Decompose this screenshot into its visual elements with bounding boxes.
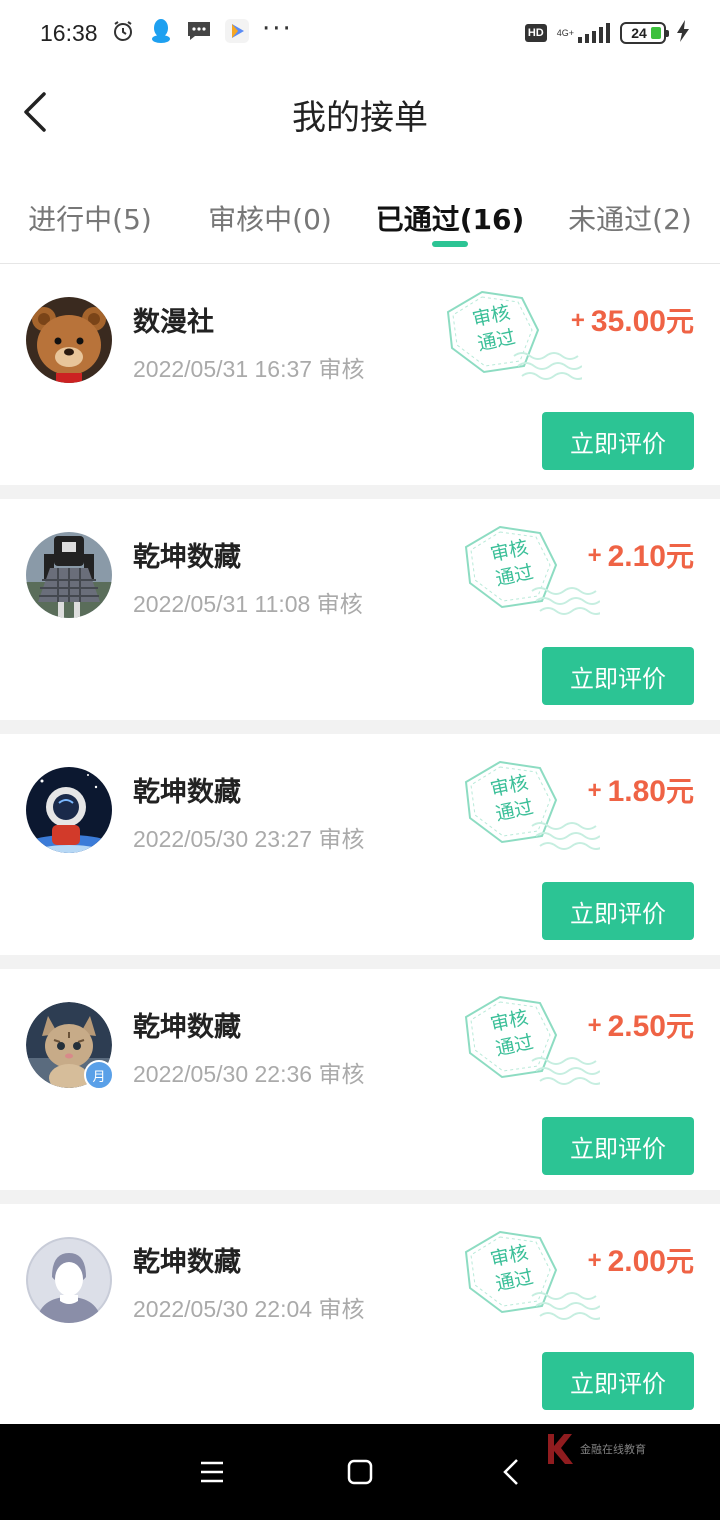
amount-sign: + bbox=[587, 1012, 602, 1039]
status-time: 16:38 bbox=[40, 20, 98, 46]
order-card[interactable]: 月 乾坤数藏 2022/05/30 22:36 审核 审核 通过 +2.50元 … bbox=[0, 969, 720, 1190]
review-timestamp: 2022/05/30 23:27 bbox=[133, 826, 313, 852]
girl-skirt-avatar bbox=[26, 532, 112, 618]
tab-label: 未通过(2) bbox=[568, 203, 692, 236]
system-indicators: HD 4G+ 24 bbox=[524, 20, 690, 46]
battery-icon: 24 bbox=[620, 22, 669, 44]
menu-icon bbox=[201, 1461, 223, 1483]
reward-amount: +2.50元 bbox=[588, 1005, 694, 1045]
amount-sign: + bbox=[587, 542, 602, 569]
review-now-button[interactable]: 立即评价 bbox=[542, 882, 694, 940]
page-title: 我的接单 bbox=[292, 98, 428, 138]
charging-icon bbox=[676, 20, 690, 46]
alarm-icon bbox=[110, 18, 136, 44]
publisher-name: 数漫社 bbox=[133, 307, 214, 338]
signal-icon: 4G+ bbox=[557, 23, 610, 43]
order-card[interactable]: 数漫社 2022/05/31 16:37 审核 审核 通过 +35.00元 立即… bbox=[0, 264, 720, 485]
watermark: 金融在线教育 bbox=[544, 1432, 646, 1466]
system-navigation-bar: 金融在线教育 bbox=[0, 1424, 720, 1520]
tab-under-review[interactable]: 审核中(0) bbox=[180, 166, 360, 263]
status-bar: 16:38 ··· HD 4G+ 24 bbox=[0, 0, 720, 66]
nav-back-button[interactable] bbox=[494, 1454, 530, 1490]
qq-icon bbox=[148, 18, 174, 44]
review-time-suffix: 审核 bbox=[318, 827, 365, 853]
app-header: 我的接单 bbox=[0, 66, 720, 166]
reward-amount: +2.00元 bbox=[588, 1240, 694, 1280]
review-now-button[interactable]: 立即评价 bbox=[542, 1117, 694, 1175]
publisher-name: 乾坤数藏 bbox=[133, 1012, 241, 1043]
reward-amount: +2.10元 bbox=[588, 535, 694, 575]
review-now-button[interactable]: 立即评价 bbox=[542, 647, 694, 705]
order-list: 数漫社 2022/05/31 16:37 审核 审核 通过 +35.00元 立即… bbox=[0, 264, 720, 1439]
amount-value: 2.50 bbox=[607, 1010, 666, 1043]
tab-label: 审核中(0) bbox=[208, 203, 332, 236]
tab-approved[interactable]: 已通过(16) bbox=[360, 166, 540, 263]
review-timestamp: 2022/05/30 22:36 bbox=[133, 1061, 313, 1087]
amount-unit: 元 bbox=[665, 1245, 694, 1278]
approved-stamp: 审核 通过 bbox=[460, 521, 600, 631]
watermark-logo-icon bbox=[548, 1434, 573, 1464]
reward-amount: +1.80元 bbox=[588, 770, 694, 810]
review-timestamp: 2022/05/31 16:37 bbox=[133, 356, 313, 382]
order-card[interactable]: 乾坤数藏 2022/05/31 11:08 审核 审核 通过 +2.10元 立即… bbox=[0, 499, 720, 720]
amount-unit: 元 bbox=[665, 1010, 694, 1043]
tab-label: 进行中(5) bbox=[28, 203, 152, 236]
publisher-name: 乾坤数藏 bbox=[133, 777, 241, 808]
amount-sign: + bbox=[570, 307, 585, 334]
status-tabs: 进行中(5) 审核中(0) 已通过(16) 未通过(2) bbox=[0, 166, 720, 264]
publisher-name: 乾坤数藏 bbox=[133, 1247, 241, 1278]
review-timestamp: 2022/05/31 11:08 bbox=[133, 591, 311, 617]
amount-unit: 元 bbox=[665, 305, 694, 338]
review-time-suffix: 审核 bbox=[318, 1297, 365, 1323]
default-user-avatar bbox=[26, 1237, 112, 1323]
review-time: 2022/05/30 23:27 审核 bbox=[133, 820, 364, 854]
amount-unit: 元 bbox=[665, 540, 694, 573]
tab-in-progress[interactable]: 进行中(5) bbox=[0, 166, 180, 263]
publisher-name: 乾坤数藏 bbox=[133, 542, 241, 573]
review-time-suffix: 审核 bbox=[316, 592, 363, 618]
approved-stamp: 审核 通过 bbox=[442, 286, 582, 396]
review-timestamp: 2022/05/30 22:04 bbox=[133, 1296, 313, 1322]
review-time: 2022/05/30 22:36 审核 bbox=[133, 1055, 364, 1089]
amount-sign: + bbox=[587, 777, 602, 804]
message-icon bbox=[186, 18, 212, 44]
notification-icons bbox=[110, 18, 250, 44]
amount-unit: 元 bbox=[665, 775, 694, 808]
tab-rejected[interactable]: 未通过(2) bbox=[540, 166, 720, 263]
menu-button[interactable] bbox=[194, 1454, 230, 1490]
more-notifications-icon: ··· bbox=[262, 14, 293, 44]
watermark-text: 金融在线教育 bbox=[580, 1443, 646, 1456]
amount-value: 35.00 bbox=[590, 305, 666, 338]
home-square-icon bbox=[347, 1459, 373, 1485]
amount-sign: + bbox=[587, 1247, 602, 1274]
amount-value: 1.80 bbox=[607, 775, 666, 808]
astronaut-avatar bbox=[26, 767, 112, 853]
kitten-avatar: 月 bbox=[26, 1002, 114, 1090]
member-badge: 月 bbox=[84, 1060, 114, 1090]
review-time-suffix: 审核 bbox=[318, 357, 365, 383]
active-tab-indicator bbox=[432, 241, 468, 247]
amount-value: 2.00 bbox=[607, 1245, 666, 1278]
amount-value: 2.10 bbox=[607, 540, 666, 573]
video-app-icon bbox=[224, 18, 250, 44]
tab-label: 已通过(16) bbox=[375, 203, 525, 236]
back-triangle-icon bbox=[503, 1459, 518, 1485]
review-now-button[interactable]: 立即评价 bbox=[542, 412, 694, 470]
approved-stamp: 审核 通过 bbox=[460, 756, 600, 866]
review-time: 2022/05/31 11:08 审核 bbox=[133, 585, 363, 619]
order-card[interactable]: 乾坤数藏 2022/05/30 22:04 审核 审核 通过 +2.00元 立即… bbox=[0, 1204, 720, 1425]
review-time: 2022/05/31 16:37 审核 bbox=[133, 350, 364, 384]
review-now-button[interactable]: 立即评价 bbox=[542, 1352, 694, 1410]
reward-amount: +35.00元 bbox=[571, 300, 694, 340]
order-card[interactable]: 乾坤数藏 2022/05/30 23:27 审核 审核 通过 +1.80元 立即… bbox=[0, 734, 720, 955]
hd-badge: HD bbox=[524, 24, 547, 42]
review-time-suffix: 审核 bbox=[318, 1062, 365, 1088]
approved-stamp: 审核 通过 bbox=[460, 991, 600, 1101]
teddy-bear-avatar bbox=[26, 297, 112, 383]
approved-stamp: 审核 通过 bbox=[460, 1226, 600, 1336]
home-button[interactable] bbox=[342, 1454, 378, 1490]
review-time: 2022/05/30 22:04 审核 bbox=[133, 1290, 364, 1324]
